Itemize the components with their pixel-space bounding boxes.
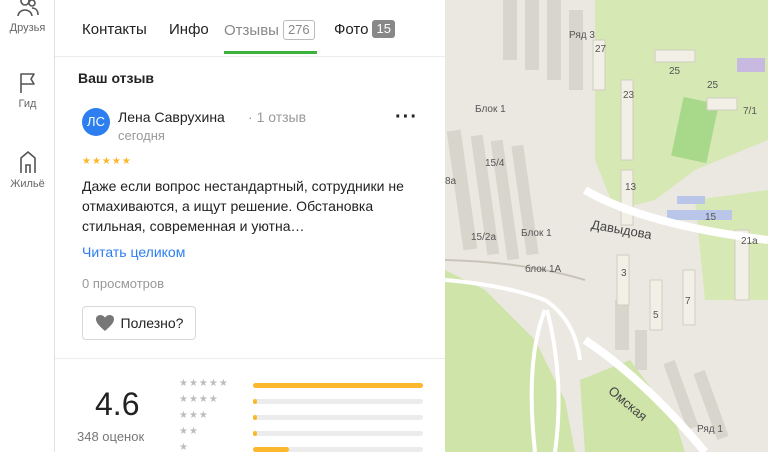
map-label: блок 1А <box>525 264 562 275</box>
reviews-count-badge: 276 <box>282 20 315 40</box>
dist-fill-1 <box>253 447 289 452</box>
map-label: 3 <box>621 268 627 279</box>
heart-icon <box>95 315 114 331</box>
author-review-count-text: 1 отзыв <box>256 109 307 125</box>
rail-housing-label: Жильё <box>10 178 45 190</box>
dist-fill-5 <box>253 383 423 388</box>
useful-button-label: Полезно? <box>120 315 184 331</box>
map-label: 15/2а <box>471 232 497 243</box>
map-label: 25 <box>707 80 719 91</box>
more-options-icon[interactable]: ··· <box>395 106 418 129</box>
dist-fill-4 <box>253 399 257 404</box>
divider <box>55 358 445 359</box>
tab-contacts[interactable]: Контакты <box>82 20 147 40</box>
dist-stars-1: ★ <box>179 442 189 452</box>
flag-icon <box>19 73 35 93</box>
rating-distribution-row: ★★ <box>179 426 429 440</box>
map-label: 5 <box>653 310 659 321</box>
rail-guide-label: Гид <box>18 98 37 110</box>
dist-track <box>253 447 423 452</box>
left-rail: Друзья Гид Жильё <box>0 0 55 452</box>
rating-distribution-row: ★★★ <box>179 410 429 424</box>
dist-track <box>253 415 423 420</box>
rail-item-friends[interactable]: Друзья <box>0 0 55 34</box>
tab-info-label: Инфо <box>169 21 209 38</box>
tab-reviews-label: Отзывы <box>224 22 279 39</box>
active-tab-indicator <box>224 51 317 54</box>
tab-photos[interactable]: Фото 15 <box>334 20 395 40</box>
dist-track <box>253 383 423 388</box>
useful-button[interactable]: Полезно? <box>82 306 196 340</box>
tab-bar: Контакты Инфо Отзывы 276 Фото 15 <box>55 0 445 57</box>
dist-stars-3: ★★★ <box>179 410 209 421</box>
rating-distribution-row: ★★★★★ <box>179 378 429 392</box>
tab-reviews[interactable]: Отзывы 276 <box>224 20 315 41</box>
map-label: Ряд 1 <box>697 424 723 435</box>
map-view[interactable]: Ряд 3 27 25 23 25 7/1 Блок 1 15/4 8а 13 … <box>445 0 768 452</box>
views-count: 0 просмотров <box>82 276 165 291</box>
map-label: 27 <box>595 44 607 55</box>
map-label: 7 <box>685 296 691 307</box>
tab-info[interactable]: Инфо <box>169 20 209 40</box>
rating-count: 348 оценок <box>77 429 145 444</box>
rail-item-housing[interactable]: Жильё <box>0 150 55 190</box>
tab-contacts-label: Контакты <box>82 21 147 38</box>
author-review-count: · 1 отзыв <box>248 109 307 125</box>
read-more-link[interactable]: Читать целиком <box>82 244 185 260</box>
author-name[interactable]: Лена Саврухина <box>118 109 225 125</box>
dist-track <box>253 399 423 404</box>
average-rating: 4.6 <box>95 386 140 422</box>
section-title: Ваш отзыв <box>78 70 155 86</box>
map-label: 15 <box>705 212 717 223</box>
map-label: 15/4 <box>485 158 505 169</box>
dist-fill-2 <box>253 431 257 436</box>
rail-friends-label: Друзья <box>9 22 46 34</box>
review-date: сегодня <box>118 128 165 143</box>
map-label: 7/1 <box>743 106 757 117</box>
avatar[interactable]: ЛС <box>82 108 110 136</box>
map-label: 13 <box>625 182 637 193</box>
map-label: 25 <box>669 66 681 77</box>
review-stars: ★★★★★ <box>82 156 132 167</box>
map-label: Блок 1 <box>521 228 552 239</box>
photos-count-badge: 15 <box>372 20 395 38</box>
rail-item-guide[interactable]: Гид <box>0 72 55 110</box>
review-text: Даже если вопрос нестандартный, сотрудни… <box>82 178 404 234</box>
map-label: 21а <box>741 236 758 247</box>
dist-track <box>253 431 423 436</box>
tab-photos-label: Фото <box>334 21 369 38</box>
map-label: 23 <box>623 90 635 101</box>
place-panel: Контакты Инфо Отзывы 276 Фото 15 Ваш отзыв… <box>55 0 445 452</box>
dist-stars-2: ★★ <box>179 426 199 437</box>
dist-stars-5: ★★★★★ <box>179 378 229 389</box>
rating-distribution-row: ★ <box>179 442 429 452</box>
friends-icon <box>16 0 39 17</box>
map-label: Блок 1 <box>475 104 506 115</box>
rating-distribution-row: ★★★★ <box>179 394 429 408</box>
map-label: 8а <box>445 176 457 187</box>
dist-stars-4: ★★★★ <box>179 394 219 405</box>
dist-fill-3 <box>253 415 257 420</box>
map-label: Ряд 3 <box>569 30 595 41</box>
housing-icon <box>19 151 36 173</box>
